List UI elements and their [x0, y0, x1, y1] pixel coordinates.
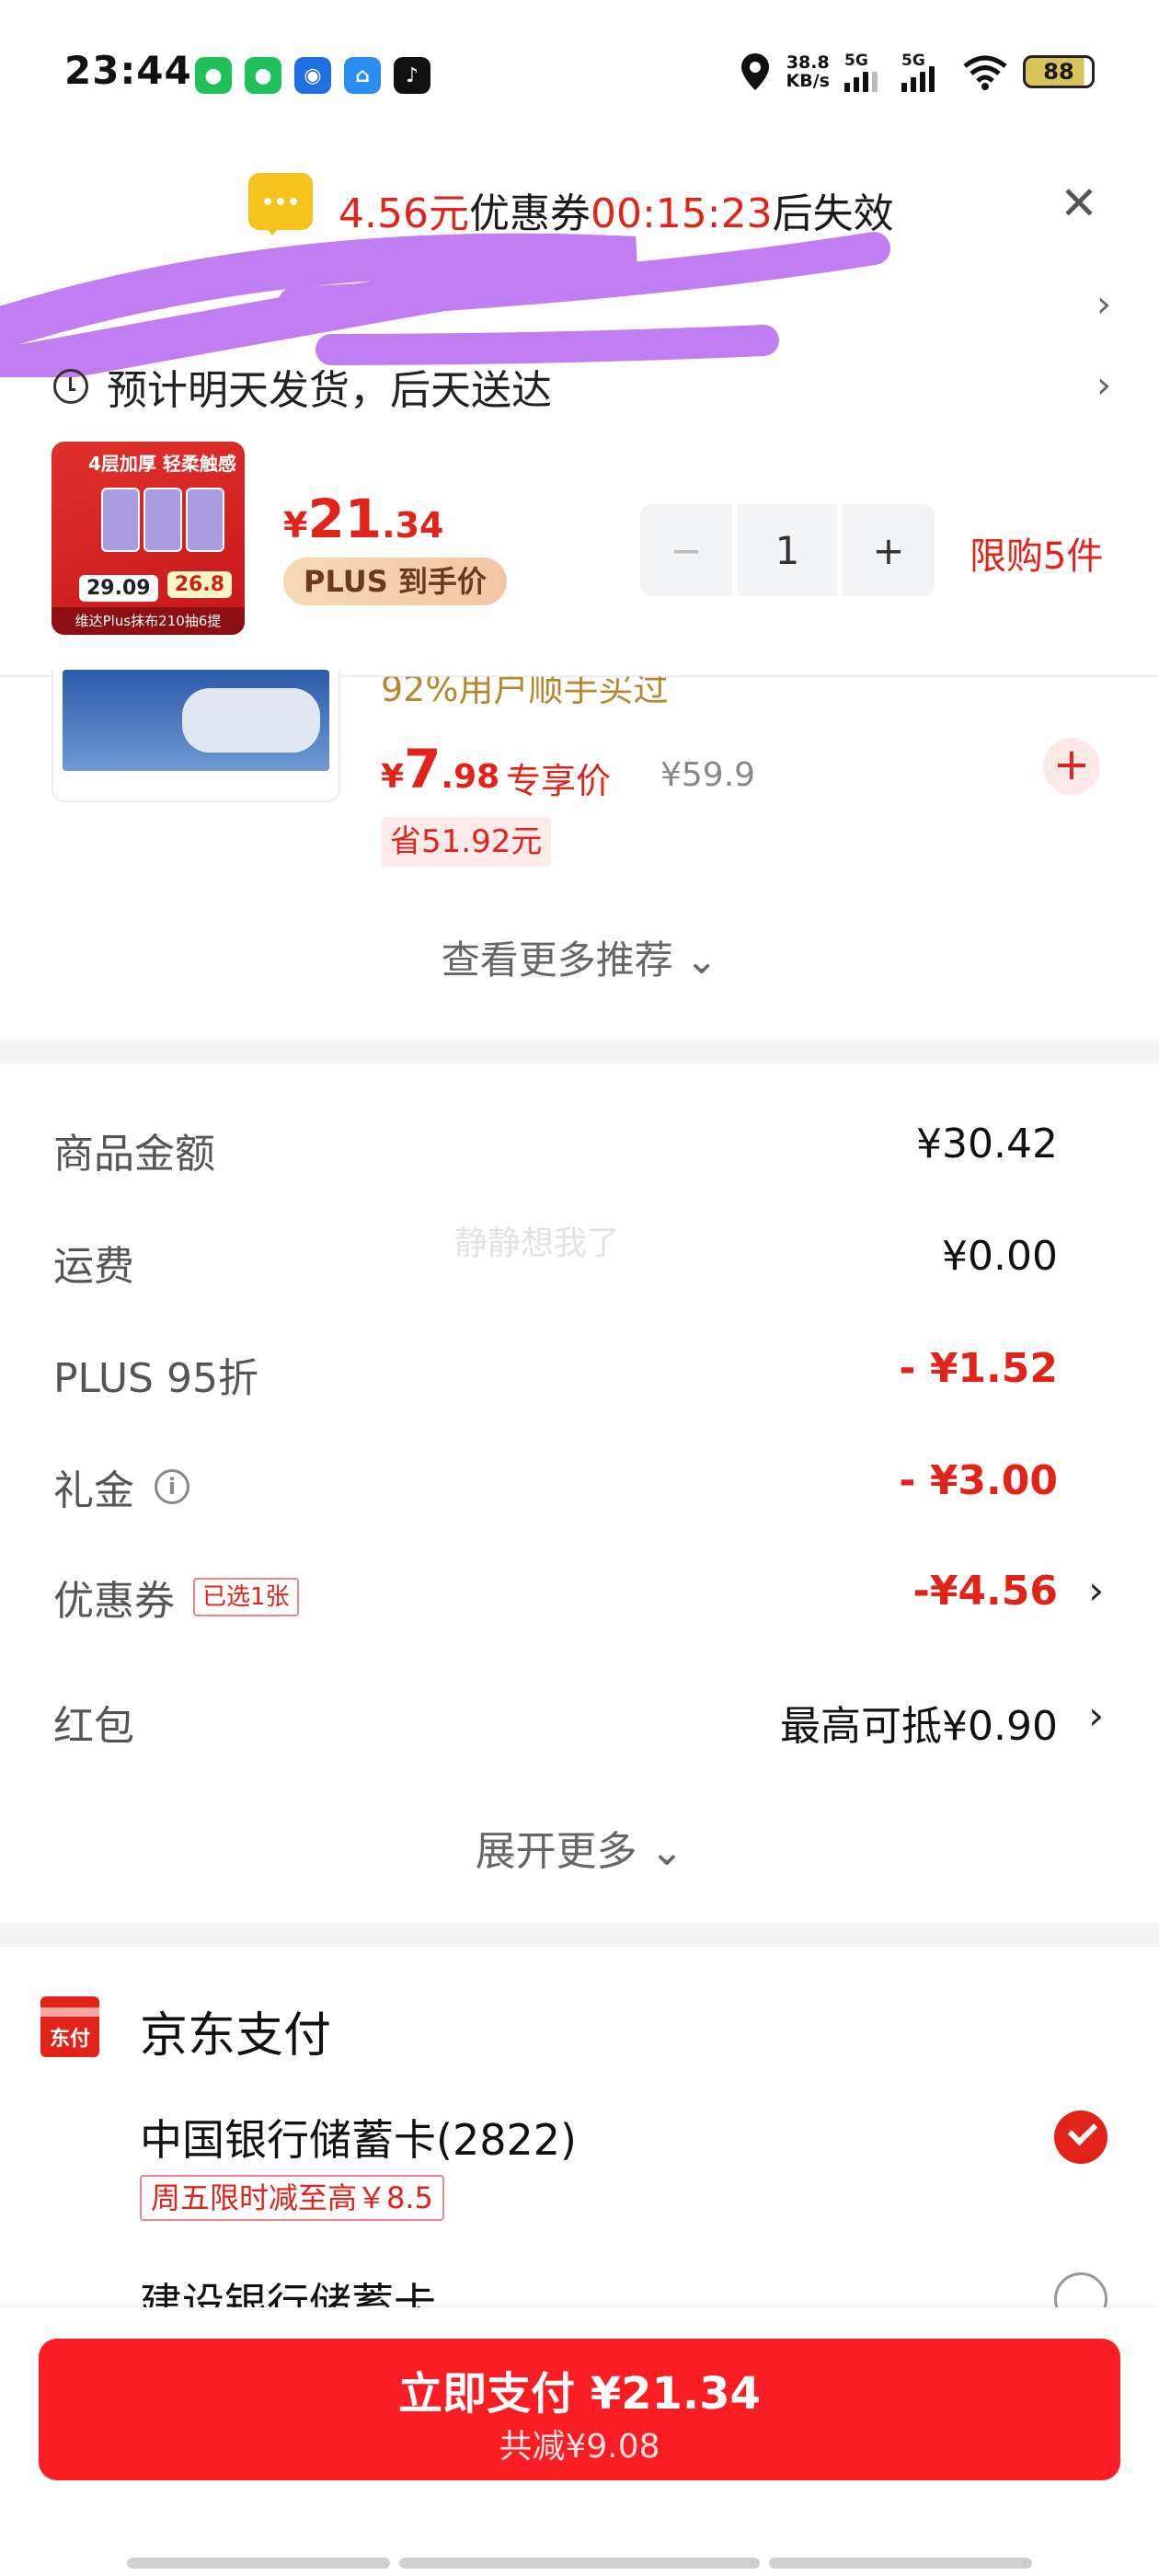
price-decimal: .34	[382, 505, 444, 546]
rec-price-decimal: .98	[441, 758, 500, 796]
goods-amount-label: 商品金额	[53, 1131, 215, 1178]
notification-icons: ● ● ◉ ⌂ ♪	[195, 57, 430, 94]
product-image-footer: 维达Plus抹布210抽6提	[52, 607, 245, 635]
recommended-price: ¥7.98	[381, 738, 499, 800]
product-image-headline: 4层加厚 轻柔触感	[88, 453, 236, 475]
summary-row-plus-discount: PLUS 95折 - ¥1.52	[53, 1345, 1104, 1402]
redaction-scribble	[0, 232, 890, 377]
decrease-quantity-button[interactable]: −	[640, 504, 732, 596]
chevron-right-icon: ›	[1096, 283, 1111, 326]
shipping-estimate-row[interactable]: 预计明天发货，后天送达 ›	[53, 359, 1111, 414]
jd-pay-icon-text: 东付	[49, 2028, 90, 2051]
location-icon	[740, 53, 769, 90]
net-speed: 38.8 KB/s	[786, 53, 830, 90]
goods-amount-value: ¥30.42	[916, 1121, 1058, 1167]
chat-bubble-icon	[248, 173, 313, 236]
plus-discount-label: PLUS 95折	[53, 1355, 258, 1402]
coupon-selected-tag: 已选1张	[193, 1578, 299, 1616]
gift-money-value: - ¥3.00	[899, 1457, 1058, 1504]
purchase-limit: 限购5件	[970, 535, 1104, 578]
plus-discount-value: - ¥1.52	[899, 1345, 1058, 1392]
shipping-fee-value: ¥0.00	[942, 1233, 1058, 1280]
section-gap	[0, 1040, 1159, 1064]
clock-icon	[53, 369, 88, 404]
jd-pay-icon: 东付	[40, 1996, 99, 2057]
selected-check-icon[interactable]	[1054, 2110, 1107, 2164]
signal-2-icon: 5G	[901, 52, 947, 92]
coupon-row-value: -¥4.56	[912, 1568, 1058, 1615]
status-time: 23:44	[64, 48, 192, 93]
price-integer: 21	[307, 488, 383, 550]
summary-row-red-packet[interactable]: 红包 最高可抵¥0.90 ›	[53, 1693, 1104, 1750]
savings-badge: 省51.92元	[381, 817, 552, 867]
gift-money-label: 礼金 i	[53, 1457, 189, 1516]
summary-row-goods: 商品金额 ¥30.42	[53, 1121, 1104, 1178]
red-packet-value: 最高可抵¥0.90	[780, 1703, 1058, 1750]
expand-more-link[interactable]: 展开更多 ⌄	[0, 1818, 1159, 1877]
shipping-fee-label: 运费	[53, 1243, 134, 1290]
status-bar: 23:44 ● ● ◉ ⌂ ♪ 38.8 KB/s 5G 5G 88	[0, 0, 1159, 147]
info-icon[interactable]: i	[155, 1469, 189, 1504]
pay-now-label: 立即支付 ¥21.34	[398, 2368, 761, 2420]
payment-method-title: 京东支付	[140, 2008, 332, 2064]
exclusive-price-label: 专享价	[506, 761, 612, 801]
shipping-estimate-text: 预计明天发货，后天送达	[107, 367, 552, 414]
rec-price-currency: ¥	[381, 758, 405, 796]
nav-indicator	[127, 2558, 390, 2569]
pay-now-button[interactable]: 立即支付 ¥21.34 共减¥9.08	[39, 2339, 1120, 2480]
battery-icon: 88	[1023, 55, 1095, 88]
product-image: 4层加厚 轻柔触感 29.09 26.8 维达Plus抹布210抽6提	[52, 442, 245, 635]
summary-row-coupon[interactable]: 优惠券 已选1张 -¥4.56 ›	[53, 1568, 1104, 1625]
chevron-right-icon: ›	[1096, 364, 1111, 407]
net-speed-unit: KB/s	[786, 71, 830, 91]
signal-1-icon: 5G	[844, 52, 887, 92]
original-price: ¥59.9	[660, 756, 756, 794]
nav-indicator	[399, 2558, 760, 2569]
recommended-bought-text: 92%用户顺手买过	[381, 669, 669, 709]
watermark-text: 静静想我了	[454, 1225, 621, 1262]
recommended-product-image[interactable]	[52, 670, 340, 802]
gift-money-label-text: 礼金	[53, 1467, 134, 1514]
system-icons: 38.8 KB/s 5G 5G 88	[739, 52, 1095, 92]
coupon-row-label: 优惠券	[53, 1578, 175, 1625]
coupon-label-row: 优惠券 已选1张	[53, 1568, 299, 1627]
quantity-value[interactable]: 1	[738, 504, 837, 596]
section-gap	[0, 1923, 1159, 1947]
total-saved-label: 共减¥9.08	[499, 2428, 660, 2466]
wechat-icon: ●	[195, 57, 232, 94]
product-price: ¥21.34	[283, 488, 444, 550]
red-packet-label: 红包	[53, 1703, 134, 1750]
increase-quantity-button[interactable]: +	[843, 504, 935, 596]
product-image-price-a: 29.09	[79, 575, 158, 602]
tiktok-icon: ♪	[394, 57, 430, 94]
chevron-right-icon: ›	[1088, 1568, 1104, 1613]
bank-card-boc[interactable]: 中国银行储蓄卡(2822)	[140, 2107, 577, 2168]
wifi-icon	[963, 55, 1007, 90]
wechat-icon-2: ●	[245, 57, 281, 94]
owl-app-icon: ◉	[294, 57, 331, 94]
quantity-stepper: − 1 +	[640, 504, 935, 596]
home-app-icon: ⌂	[344, 57, 381, 94]
net-speed-value: 38.8	[786, 52, 830, 73]
chevron-right-icon: ›	[1088, 1693, 1104, 1738]
sim1-label: 5G	[844, 52, 868, 70]
summary-row-gift-money: 礼金 i - ¥3.00	[53, 1457, 1104, 1514]
price-currency: ¥	[283, 505, 308, 546]
plus-price-badge: PLUS 到手价	[283, 558, 507, 605]
product-image-price-b: 26.8	[166, 571, 232, 598]
add-to-order-button[interactable]: +	[1043, 738, 1100, 795]
close-banner-icon[interactable]: ✕	[1060, 180, 1098, 226]
more-recommendations-link[interactable]: 查看更多推荐 ⌄	[0, 929, 1159, 985]
card-promo-badge: 周五限时减至高￥8.5	[140, 2175, 444, 2221]
nav-indicator	[769, 2558, 1032, 2569]
rec-price-integer: 7	[404, 738, 442, 800]
